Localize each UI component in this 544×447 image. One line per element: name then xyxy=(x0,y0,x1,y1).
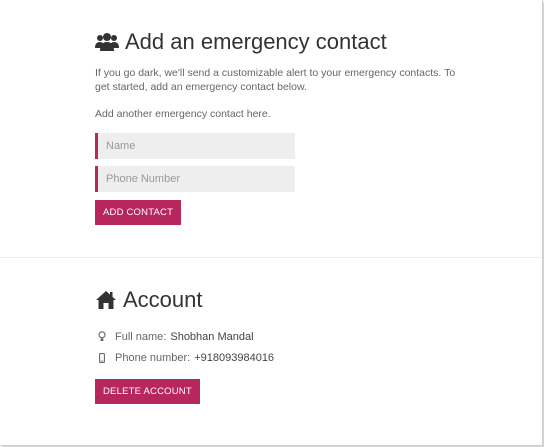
add-contact-button[interactable]: ADD CONTACT xyxy=(95,200,182,225)
users-icon xyxy=(95,32,119,52)
delete-account-button[interactable]: DELETE ACCOUNT xyxy=(95,379,200,404)
account-heading: Account xyxy=(95,286,475,314)
account-info: Full name: Shobhan Mandal Phone number: … xyxy=(95,326,475,368)
account-title: Account xyxy=(123,287,203,312)
emergency-subtext: Add another emergency contact here. xyxy=(95,108,271,120)
emergency-description: If you go dark, we'll send a customizabl… xyxy=(95,67,456,93)
emergency-contact-section: Add an emergency contact If you go dark,… xyxy=(95,28,475,225)
phone-number-value: +918093984016 xyxy=(194,351,275,364)
home-icon xyxy=(95,290,117,310)
mobile-phone-icon xyxy=(97,352,107,363)
phone-number-label: Phone number: xyxy=(115,351,191,364)
account-section: Account Full name: Shobhan Mandal Phone … xyxy=(95,286,475,404)
phone-number-row: Phone number: +918093984016 xyxy=(95,347,475,368)
emergency-contact-heading: Add an emergency contact xyxy=(95,28,475,56)
phone-number-input[interactable] xyxy=(95,166,295,192)
name-input[interactable] xyxy=(95,133,295,159)
lightbulb-icon xyxy=(97,331,107,342)
full-name-row: Full name: Shobhan Mandal xyxy=(95,326,475,347)
section-divider xyxy=(0,257,542,258)
full-name-value: Shobhan Mandal xyxy=(170,330,254,343)
emergency-contact-title: Add an emergency contact xyxy=(125,29,387,54)
full-name-label: Full name: xyxy=(115,330,167,343)
